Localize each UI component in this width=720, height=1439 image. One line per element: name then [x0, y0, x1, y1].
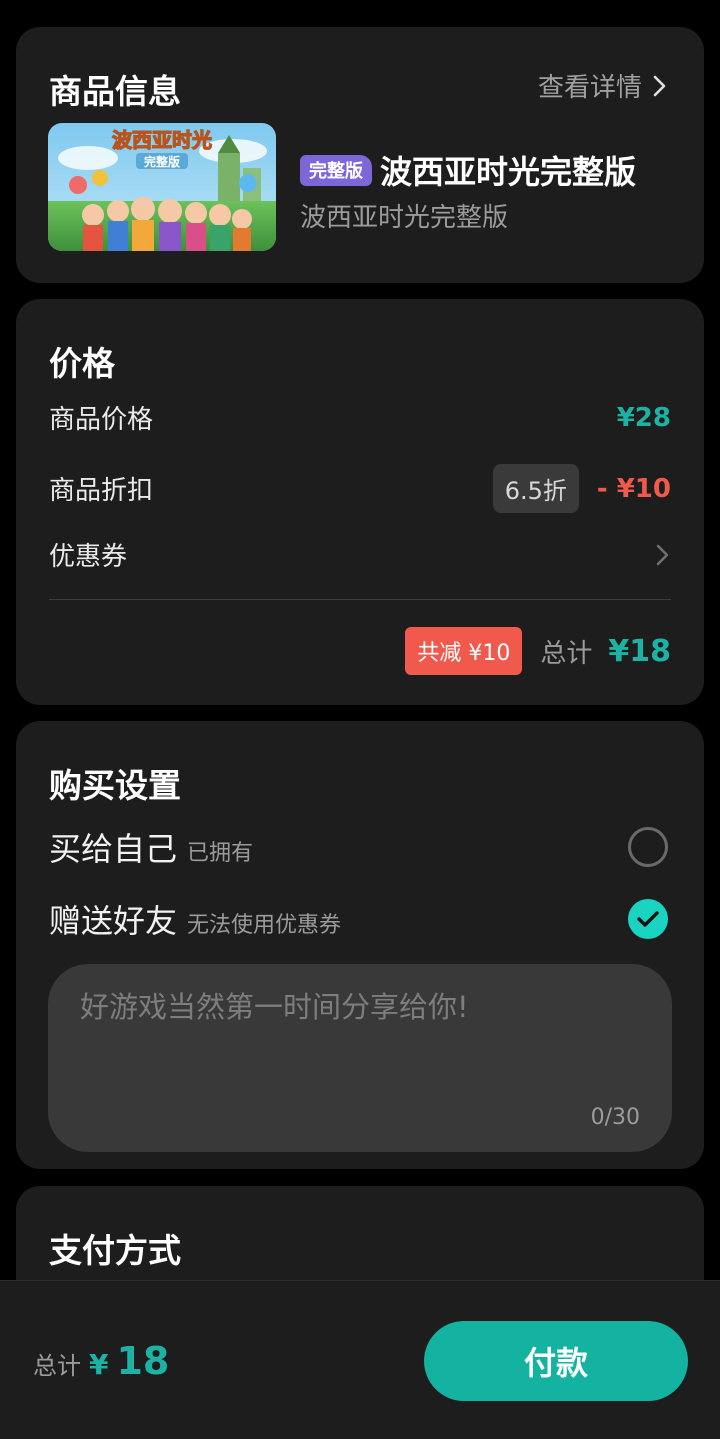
item-price-row: 商品价格 ¥28: [49, 399, 671, 436]
price-total-row: 共减 ¥10 总计 ¥18: [405, 627, 671, 675]
purchase-settings-card: 购买设置 买给自己 已拥有 赠送好友 无法使用优惠券 0/30: [16, 721, 704, 1169]
product-info-title: 商品信息: [49, 72, 181, 111]
game-cover-image[interactable]: 波西亚时光 完整版: [48, 123, 276, 251]
cover-title-text: 波西亚时光: [112, 128, 212, 152]
pay-button[interactable]: 付款: [424, 1321, 688, 1401]
bottom-total: 总计 ¥18: [33, 1339, 169, 1383]
chevron-right-icon: [653, 75, 666, 96]
view-details-link[interactable]: 查看详情: [538, 67, 668, 104]
buy-for-self-label: 买给自己: [49, 830, 178, 868]
bottom-total-currency: ¥: [89, 1348, 109, 1381]
buy-for-self-radio[interactable]: [628, 827, 668, 867]
view-details-label: 查看详情: [537, 73, 642, 103]
price-card: 价格 商品价格 ¥28 商品折扣 6.5折 - ¥10 优惠券 共减 ¥10 总…: [16, 299, 704, 705]
item-price-value: ¥28: [616, 402, 671, 433]
total-label: 总计: [540, 638, 593, 669]
item-price-label: 商品价格: [49, 405, 154, 435]
checkmark-icon: [637, 911, 659, 927]
bottom-checkout-bar: 总计 ¥18 付款: [0, 1280, 720, 1439]
chevron-right-icon: [656, 544, 669, 565]
product-name: 波西亚时光完整版: [380, 153, 637, 191]
bottom-total-label: 总计: [33, 1352, 81, 1380]
saved-amount-badge: 共减 ¥10: [405, 627, 523, 675]
discount-row: 商品折扣 6.5折 - ¥10: [49, 464, 671, 513]
product-name-row: 完整版 波西亚时光完整版: [300, 147, 636, 193]
coupon-label: 优惠券: [49, 542, 128, 572]
gift-friend-option[interactable]: 赠送好友 无法使用优惠券: [49, 896, 668, 942]
price-divider: [49, 599, 671, 600]
price-title: 价格: [49, 344, 115, 383]
gift-friend-label: 赠送好友: [49, 902, 178, 940]
buy-for-self-note: 已拥有: [187, 841, 254, 866]
coupon-row[interactable]: 优惠券: [49, 536, 671, 573]
purchase-settings-title: 购买设置: [49, 766, 181, 805]
product-subtitle: 波西亚时光完整版: [300, 203, 509, 233]
discount-label: 商品折扣: [49, 476, 154, 506]
gift-friend-note: 无法使用优惠券: [187, 913, 342, 938]
gift-friend-radio[interactable]: [628, 899, 668, 939]
gift-message-box[interactable]: 0/30: [48, 964, 672, 1152]
bottom-total-amount: 18: [116, 1339, 170, 1383]
edition-badge: 完整版: [300, 154, 372, 186]
cover-badge-text: 完整版: [144, 154, 180, 169]
discount-value: - ¥10: [596, 473, 671, 504]
payment-method-title: 支付方式: [49, 1231, 181, 1270]
gift-message-count: 0/30: [590, 1105, 640, 1130]
product-info-card: 商品信息 查看详情 波西亚时光 完整版 完整版 波西亚时光完整版 波西亚时光完整…: [16, 27, 704, 283]
buy-for-self-option[interactable]: 买给自己 已拥有: [49, 824, 668, 870]
discount-rate-chip: 6.5折: [492, 464, 579, 513]
total-value: ¥18: [608, 633, 671, 669]
gift-message-input[interactable]: [80, 984, 640, 1094]
